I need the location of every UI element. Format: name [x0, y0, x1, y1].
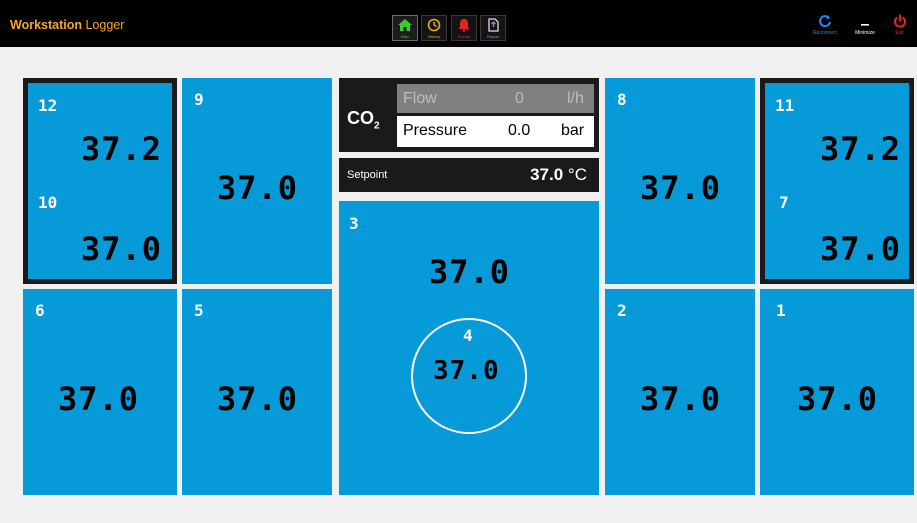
- chamber-value-9: 37.0: [217, 169, 299, 207]
- nav-main-label: Main: [400, 34, 410, 39]
- chamber-value-7: 37.0: [819, 230, 901, 268]
- chamber-id-7: 7: [779, 193, 789, 212]
- pressure-unit: bar: [561, 122, 585, 139]
- exit-label: Exit: [895, 30, 904, 36]
- chamber-id-11: 11: [775, 96, 795, 115]
- chamber-value-1: 37.0: [797, 380, 879, 418]
- setpoint-value: 37.0: [530, 165, 564, 184]
- chamber-id-4: 4: [463, 326, 473, 345]
- chamber-value-2: 37.0: [640, 380, 722, 418]
- chamber-panel-11-7[interactable]: 11 37.2 7 37.0: [760, 78, 914, 284]
- chamber-panel-6[interactable]: 6 37.0: [23, 289, 177, 495]
- bell-icon: [458, 19, 470, 32]
- chamber-id-1: 1: [776, 301, 786, 320]
- flow-unit: l/h: [567, 90, 584, 107]
- chamber-panel-8[interactable]: 8 37.0: [605, 78, 755, 284]
- nav-history-label: History: [427, 34, 441, 39]
- pressure-value: 0.0: [508, 122, 531, 139]
- home-icon: [398, 19, 412, 31]
- minimize-label: Minimize: [855, 30, 875, 36]
- setpoint-panel: Setpoint 37.0 °C: [339, 158, 599, 192]
- nav-events-label: Events: [457, 34, 471, 39]
- flow-label: Flow: [403, 90, 437, 107]
- co2-label: CO2: [347, 108, 380, 132]
- chamber-value-12: 37.2: [80, 130, 162, 168]
- flow-value: 0: [515, 90, 524, 107]
- chamber-id-9: 9: [194, 90, 204, 109]
- chamber-id-12: 12: [38, 96, 58, 115]
- pressure-label: Pressure: [403, 122, 468, 139]
- pressure-row: Pressure 0.0 bar: [397, 116, 594, 147]
- chamber-panel-2[interactable]: 2 37.0: [605, 289, 755, 495]
- top-bar: Workstation Logger Main History Events R…: [0, 0, 917, 47]
- chamber-value-6: 37.0: [58, 380, 140, 418]
- report-icon: [488, 18, 499, 32]
- history-icon: [427, 18, 441, 32]
- chamber-value-3: 37.0: [429, 253, 511, 291]
- chamber-id-2: 2: [617, 301, 627, 320]
- chamber-value-10: 37.0: [80, 230, 162, 268]
- co2-panel: CO2 Flow 0 l/h Pressure 0.0 bar: [339, 78, 599, 152]
- minimize-icon: [861, 24, 869, 26]
- setpoint-label: Setpoint: [347, 169, 388, 181]
- nav-report-label: Report: [486, 34, 499, 39]
- nav-main-button[interactable]: Main: [392, 15, 418, 41]
- chamber-value-4: 37.0: [433, 356, 500, 386]
- setpoint-value-group: 37.0 °C: [530, 165, 587, 185]
- chamber-panel-1[interactable]: 1 37.0: [760, 289, 914, 495]
- chamber-id-3: 3: [349, 214, 359, 233]
- chamber-value-11: 37.2: [819, 130, 901, 168]
- reconnect-icon: [819, 15, 831, 28]
- minimize-button[interactable]: Minimize: [845, 10, 885, 46]
- exit-button[interactable]: Exit: [882, 10, 917, 46]
- chamber-value-5: 37.0: [217, 380, 299, 418]
- chamber-id-8: 8: [617, 90, 627, 109]
- chamber-panel-12-10[interactable]: 12 37.2 10 37.0: [23, 78, 177, 284]
- chamber-panel-5[interactable]: 5 37.0: [182, 289, 332, 495]
- setpoint-unit: °C: [567, 165, 587, 184]
- chamber-id-6: 6: [35, 301, 45, 320]
- flow-row: Flow 0 l/h: [397, 84, 594, 113]
- reconnect-label: Reconnect: [813, 30, 837, 36]
- chamber-value-8: 37.0: [640, 169, 722, 207]
- chamber-circle-4[interactable]: 4 37.0: [411, 318, 527, 434]
- nav-history-button[interactable]: History: [421, 15, 447, 41]
- chamber-id-5: 5: [194, 301, 204, 320]
- chamber-panel-9[interactable]: 9 37.0: [182, 78, 332, 284]
- chamber-id-10: 10: [38, 193, 58, 212]
- nav-events-button[interactable]: Events: [451, 15, 477, 41]
- app-title: Workstation Logger: [10, 18, 125, 32]
- nav-report-button[interactable]: Report: [480, 15, 506, 41]
- power-icon: [893, 14, 906, 28]
- reconnect-button[interactable]: Reconnect: [805, 10, 845, 46]
